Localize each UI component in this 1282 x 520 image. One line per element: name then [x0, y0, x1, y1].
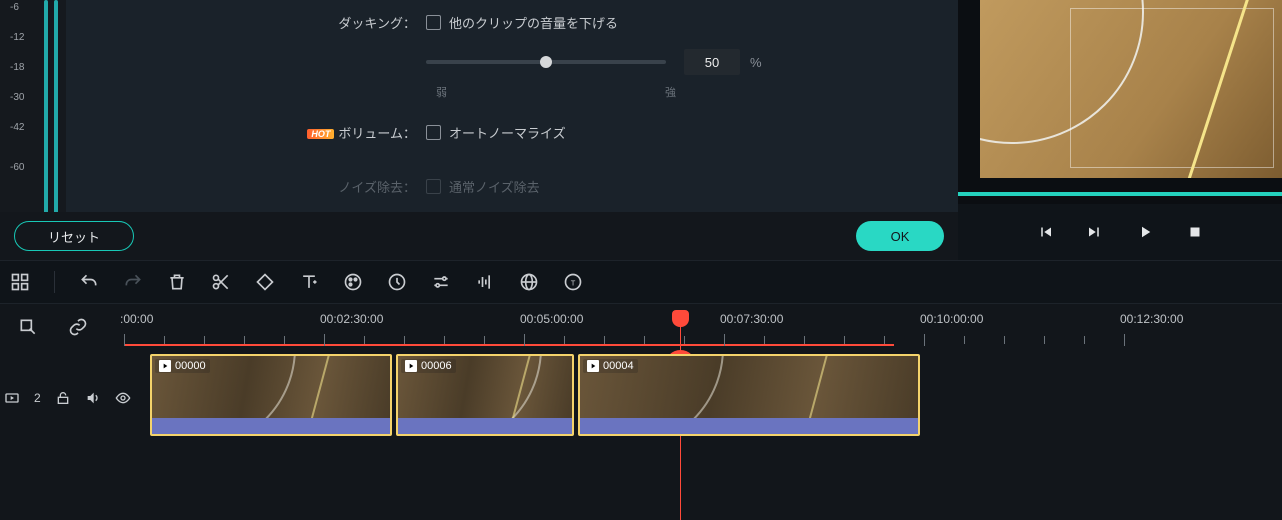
speed-icon[interactable]	[387, 272, 407, 292]
audio-bars-icon[interactable]	[475, 272, 495, 292]
noise-label: ノイズ除去：	[86, 177, 426, 196]
db-tick: -42	[10, 122, 24, 133]
tag-icon[interactable]	[255, 272, 275, 292]
reset-button[interactable]: リセット	[14, 221, 134, 251]
slider-weak-label: 弱	[436, 84, 447, 100]
ducking-label: ダッキング：	[86, 13, 426, 32]
visibility-icon[interactable]	[115, 390, 131, 406]
timeline-toolbar: T	[0, 260, 1282, 304]
ok-button[interactable]: OK	[856, 221, 944, 251]
hot-badge: HOT	[307, 129, 334, 139]
db-tick: -60	[10, 162, 24, 173]
ducking-slider[interactable]	[426, 60, 666, 64]
adjust-icon[interactable]	[431, 272, 451, 292]
play-icon	[405, 360, 417, 372]
timeline: :00:00 00:02:30:00 00:05:00:00 00:07:30:00 0…	[0, 304, 1282, 520]
video-track-icon[interactable]	[4, 390, 20, 406]
time-ruler[interactable]: :00:0000:02:30:0000:05:00:0000:07:30:000…	[124, 304, 1282, 350]
color-icon[interactable]	[343, 272, 363, 292]
ruler-time-label: 00:10:00:00	[920, 312, 983, 326]
db-tick: -12	[10, 32, 24, 43]
track-header: 2	[0, 350, 150, 446]
clip-name: 00000	[175, 360, 206, 372]
clip[interactable]: 00006	[396, 354, 574, 436]
ducking-checkbox-label: 他のクリップの音量を下げる	[449, 13, 618, 32]
db-tick: -18	[10, 62, 24, 73]
play-button[interactable]	[1136, 223, 1154, 241]
svg-text:T: T	[571, 278, 576, 287]
slider-strong-label: 強	[665, 84, 676, 100]
scissors-icon[interactable]	[211, 272, 231, 292]
marker-add-icon[interactable]	[18, 317, 38, 337]
preview-monitor	[958, 0, 1282, 260]
ducking-checkbox[interactable]	[426, 15, 441, 30]
ducking-unit: %	[750, 55, 762, 70]
next-frame-button[interactable]	[1086, 223, 1104, 241]
mute-icon[interactable]	[85, 390, 101, 406]
preview-progress[interactable]	[958, 192, 1282, 196]
db-tick: -6	[10, 2, 19, 13]
ruler-time-label: 00:02:30:00	[320, 312, 383, 326]
stop-button[interactable]	[1186, 223, 1204, 241]
clip[interactable]: 00004	[578, 354, 920, 436]
ducking-value[interactable]: 50	[684, 49, 740, 75]
play-icon	[159, 360, 171, 372]
clip-track[interactable]: 00000 00006 00004	[150, 354, 1282, 436]
preview-frame	[980, 0, 1282, 178]
ruler-time-label: 00:12:30:00	[1120, 312, 1183, 326]
delete-icon[interactable]	[167, 272, 187, 292]
undo-icon[interactable]	[79, 272, 99, 292]
duration-icon[interactable]: T	[563, 272, 583, 292]
redo-icon	[123, 272, 143, 292]
link-icon[interactable]	[68, 317, 88, 337]
noise-checkbox-label: 通常ノイズ除去	[449, 177, 540, 196]
lock-icon[interactable]	[55, 390, 71, 406]
ruler-time-label: 00:05:00:00	[520, 312, 583, 326]
ruler-time-label: 00:07:30:00	[720, 312, 783, 326]
prev-frame-button[interactable]	[1036, 223, 1054, 241]
audio-properties-panel: ダッキング： 他のクリップの音量を下げる 50 % 弱 強 HOTボリューム： …	[66, 0, 958, 260]
layout-icon[interactable]	[10, 272, 30, 292]
clip-name: 00006	[421, 360, 452, 372]
noise-checkbox	[426, 179, 441, 194]
autonormalize-label: オートノーマライズ	[449, 123, 566, 142]
autonormalize-checkbox[interactable]	[426, 125, 441, 140]
track-number: 2	[34, 391, 41, 405]
ruler-time-label: :00:00	[120, 312, 153, 326]
clip-name: 00004	[603, 360, 634, 372]
clip[interactable]: 00000	[150, 354, 392, 436]
text-icon[interactable]	[299, 272, 319, 292]
play-icon	[587, 360, 599, 372]
globe-icon[interactable]	[519, 272, 539, 292]
volume-label: HOTボリューム：	[86, 123, 426, 142]
db-tick: -30	[10, 92, 24, 103]
